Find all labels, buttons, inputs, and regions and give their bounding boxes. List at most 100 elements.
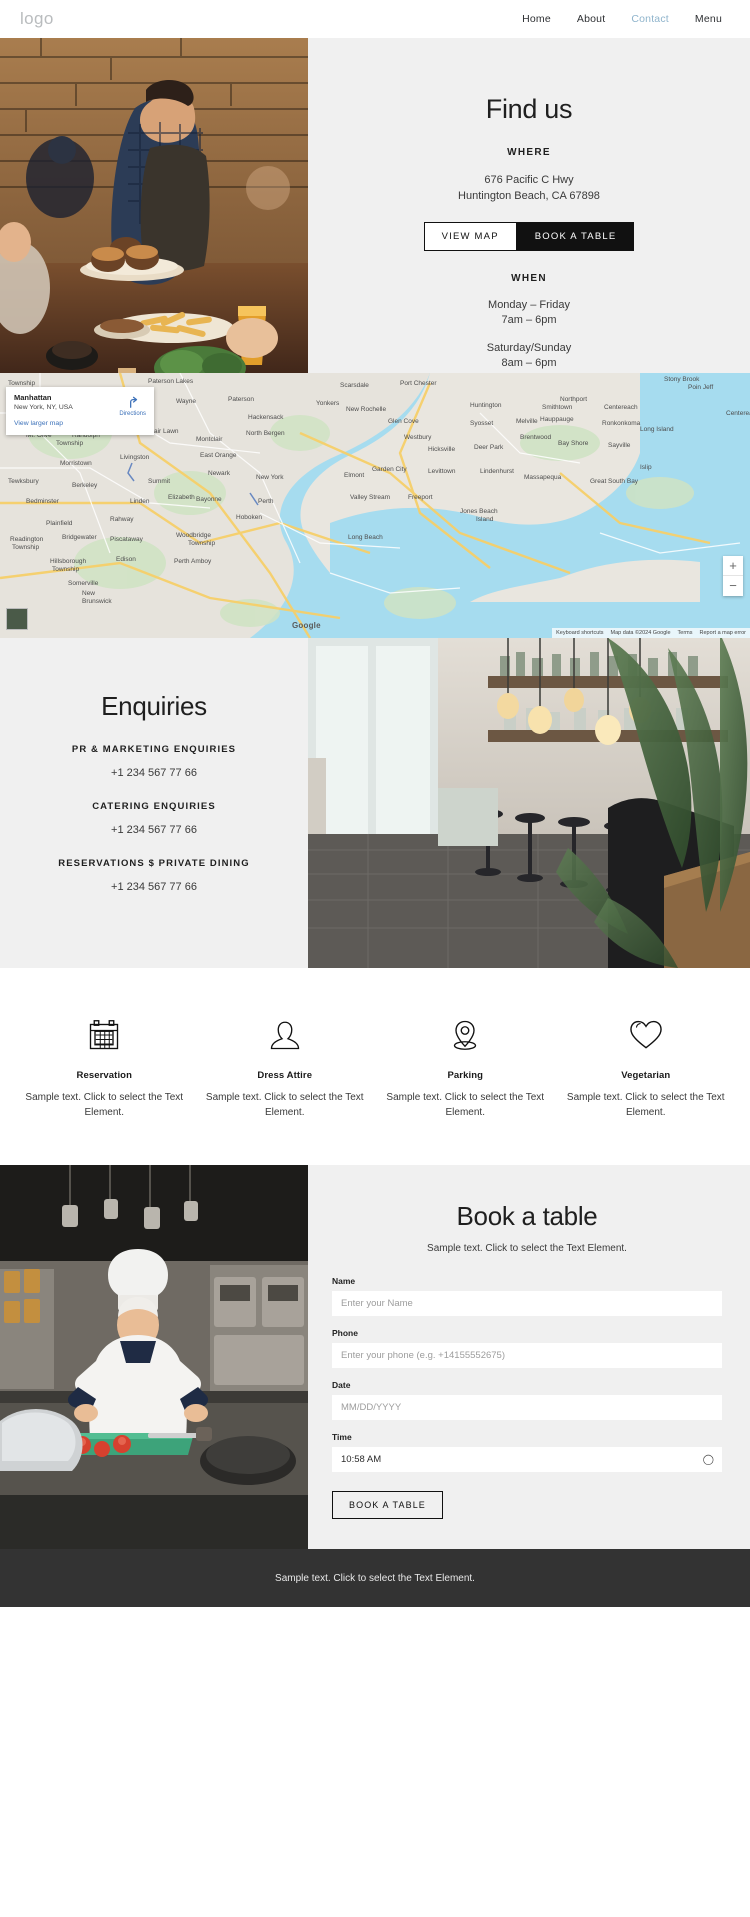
svg-text:Elmont: Elmont [344,472,364,479]
svg-text:Bay Shore: Bay Shore [558,440,589,447]
svg-text:Bridgewater: Bridgewater [62,534,98,541]
svg-text:Township: Township [188,540,215,547]
svg-text:Centereach: Centereach [726,410,750,417]
page-title: Find us [485,94,573,124]
svg-text:Tewksbury: Tewksbury [8,478,39,485]
svg-text:Long Beach: Long Beach [348,534,383,541]
zoom-out-button[interactable]: − [723,576,743,596]
weekend-days: Saturday/Sunday [486,342,572,354]
clock-icon[interactable]: ◯ [703,1454,714,1465]
svg-text:Newark: Newark [208,470,231,477]
enquiry-phone-pr[interactable]: +1 234 567 77 66 [111,767,197,779]
map-place-card[interactable]: Manhattan New York, NY, USA View larger … [6,387,154,435]
svg-text:Wayne: Wayne [176,398,196,405]
view-map-button[interactable]: VIEW MAP [423,222,517,251]
directions-icon [129,396,137,408]
svg-text:Syosset: Syosset [470,420,493,427]
weekend-time: 8am – 6pm [501,357,557,369]
booking-form: Book a table Sample text. Click to selec… [308,1165,750,1549]
svg-text:Huntington: Huntington [470,402,502,409]
keyboard-shortcuts-link[interactable]: Keyboard shortcuts [556,630,603,636]
google-logo: Google [292,621,321,630]
feature-reservation: Reservation Sample text. Click to select… [14,1013,195,1120]
logo[interactable]: logo [20,9,54,29]
feature-title-vegetarian: Vegetarian [621,1070,671,1081]
feature-dress-attire: Dress Attire Sample text. Click to selec… [195,1013,376,1120]
calendar-icon-glyph [90,1020,119,1050]
map-street-view-thumbnail[interactable] [6,608,28,630]
weekday-days: Monday – Friday [488,299,570,311]
svg-text:Stony Brook: Stony Brook [664,376,700,383]
map-pin-icon-glyph [454,1020,477,1050]
date-input[interactable] [332,1395,722,1420]
time-input-wrapper: ◯ [332,1447,722,1472]
name-input[interactable] [332,1291,722,1316]
phone-input[interactable] [332,1343,722,1368]
phone-field-group: Phone [332,1328,722,1368]
svg-text:Brentwood: Brentwood [520,434,551,441]
enquiry-heading-catering: CATERING ENQUIRIES [92,801,216,812]
feature-title-reservation: Reservation [76,1070,132,1081]
svg-text:Hillsborough: Hillsborough [50,558,87,565]
svg-text:Westbury: Westbury [404,434,432,441]
feature-title-dress-attire: Dress Attire [257,1070,313,1081]
enquiry-phone-catering[interactable]: +1 234 567 77 66 [111,824,197,836]
svg-text:North Bergen: North Bergen [246,430,285,437]
waiter-photo-illustration [0,38,308,373]
person-icon-glyph [270,1021,299,1050]
svg-text:Fair Lawn: Fair Lawn [150,428,179,435]
svg-text:Great South Bay: Great South Bay [590,478,639,485]
svg-text:Northport: Northport [560,396,587,403]
person-icon [203,1013,368,1057]
nav-item-home[interactable]: Home [522,13,551,25]
map-directions-button[interactable]: Directions [119,395,146,417]
svg-text:Islip: Islip [640,464,652,471]
svg-text:Livingston: Livingston [120,454,150,461]
svg-text:Township: Township [12,544,39,551]
time-input[interactable] [332,1447,722,1472]
map-zoom-controls[interactable]: + − [723,556,743,596]
find-us-section: Find us WHERE 676 Pacific C Hwy Huntingt… [0,38,750,373]
time-field-group: Time ◯ [332,1432,722,1472]
enquiries-title: Enquiries [101,691,207,721]
interior-photo-illustration [308,638,750,968]
zoom-in-button[interactable]: + [723,556,743,576]
svg-text:Bedminster: Bedminster [26,498,60,505]
time-label: Time [332,1432,352,1442]
page-root: logo Home About Contact Menu Find us WHE… [0,0,750,1607]
svg-text:Township: Township [52,566,79,573]
svg-text:Long Island: Long Island [640,426,674,433]
svg-text:Somerville: Somerville [68,580,99,587]
svg-text:East Orange: East Orange [200,452,237,459]
svg-text:Piscataway: Piscataway [110,536,144,543]
report-map-error-link[interactable]: Report a map error [700,630,746,636]
map-data-credit: Map data ©2024 Google [610,630,671,636]
terms-link[interactable]: Terms [678,630,693,636]
svg-text:Rahway: Rahway [110,516,134,523]
svg-text:Berkeley: Berkeley [72,482,98,489]
svg-text:Freeport: Freeport [408,494,433,501]
nav-item-menu[interactable]: Menu [695,13,722,25]
address-line-2: Huntington Beach, CA 67898 [458,190,600,202]
svg-text:Hauppauge: Hauppauge [540,416,574,423]
svg-text:Deer Park: Deer Park [474,444,504,451]
nav-item-contact[interactable]: Contact [631,13,669,25]
svg-text:Brunswick: Brunswick [82,598,112,605]
svg-text:Melville: Melville [516,418,538,425]
view-larger-map-link[interactable]: View larger map [14,420,146,427]
nav-item-about[interactable]: About [577,13,605,25]
enquiries-panel: Enquiries PR & MARKETING ENQUIRIES +1 23… [0,638,308,968]
where-label: WHERE [507,147,551,158]
weekend-hours: Saturday/Sunday 8am – 6pm [487,341,571,371]
svg-text:Lindenhurst: Lindenhurst [480,468,514,475]
main-navigation: Home About Contact Menu [522,13,730,25]
chef-photo [0,1165,308,1549]
chef-photo-illustration [0,1165,308,1495]
weekday-hours: Monday – Friday 7am – 6pm [488,298,570,328]
svg-text:Smithtown: Smithtown [542,404,573,411]
book-a-table-button[interactable]: BOOK A TABLE [516,222,635,251]
booking-submit-button[interactable]: BOOK A TABLE [332,1491,443,1519]
google-map[interactable]: Township Paterson Lakes Scarsdale Port Che… [0,373,750,638]
feature-text-parking: Sample text. Click to select the Text El… [386,1092,545,1118]
enquiry-phone-reservations[interactable]: +1 234 567 77 66 [111,881,197,893]
